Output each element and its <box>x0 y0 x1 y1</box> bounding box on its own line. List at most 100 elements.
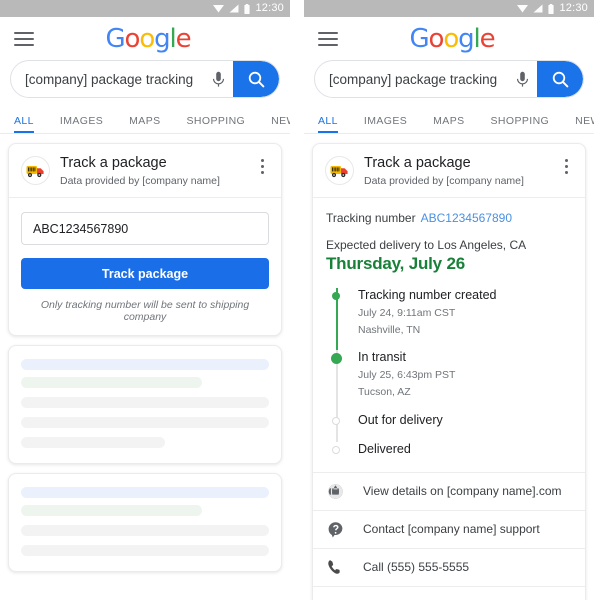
timeline-content: Tracking number created July 24, 9:11am … <box>346 288 572 350</box>
expected-delivery-label: Expected delivery to Los Angeles, CA <box>326 238 572 252</box>
package-details-card: Track a package Data provided by [compan… <box>312 143 586 600</box>
card-title: Track a package <box>364 155 557 172</box>
action-label: Contact [company name] support <box>353 522 540 536</box>
tracking-number-input[interactable]: ABC1234567890 <box>21 212 269 245</box>
tab-images[interactable]: IMAGES <box>364 115 407 133</box>
timeline-dot-done <box>332 292 340 300</box>
search-submit-button[interactable] <box>233 61 279 97</box>
tab-all[interactable]: ALL <box>14 115 34 133</box>
timeline-title: Delivered <box>358 442 572 458</box>
action-call[interactable]: Call (555) 555-5555 <box>313 548 585 586</box>
wifi-icon <box>213 4 224 13</box>
search-bar[interactable]: [company] package tracking <box>314 60 584 98</box>
status-bar: 12:30 <box>304 0 594 17</box>
placeholder-bar-url <box>21 377 202 388</box>
tab-all[interactable]: ALL <box>318 115 338 133</box>
result-placeholder-card <box>8 473 282 572</box>
timeline-rail <box>328 350 346 412</box>
timeline-rail <box>328 442 346 460</box>
timeline-rail <box>328 413 346 443</box>
timeline-content: Delivered <box>346 442 572 460</box>
search-tabs: ALL IMAGES MAPS SHOPPING NEWS <box>304 107 594 134</box>
action-label: Call (555) 555-5555 <box>353 560 469 574</box>
timeline-step: Out for delivery <box>328 413 572 443</box>
phone-screen-left: 12:30 Google [company] package tracking … <box>0 0 290 600</box>
timeline-dot-current <box>331 353 342 364</box>
timeline-content: Out for delivery <box>346 413 572 443</box>
phone-icon <box>327 559 353 575</box>
status-bar-time: 12:30 <box>255 3 284 15</box>
placeholder-bar-line <box>21 397 269 408</box>
wifi-icon <box>517 4 528 13</box>
placeholder-bar-line <box>21 545 269 556</box>
status-bar-time: 12:30 <box>559 3 588 15</box>
placeholder-bar-url <box>21 505 202 516</box>
search-bar-container: [company] package tracking <box>304 60 594 98</box>
overflow-menu-icon[interactable] <box>557 155 575 174</box>
timeline-step: Delivered <box>328 442 572 460</box>
tracking-number-label: Tracking number <box>326 211 416 225</box>
timeline-dot-pending <box>332 417 340 425</box>
placeholder-bar-title <box>21 487 269 498</box>
tab-news[interactable]: NEWS <box>271 115 290 133</box>
tab-shopping[interactable]: SHOPPING <box>187 115 246 133</box>
search-tabs: ALL IMAGES MAPS SHOPPING NEWS <box>0 107 290 134</box>
card-header-text: Track a package Data provided by [compan… <box>50 155 253 187</box>
search-bar[interactable]: [company] package tracking <box>10 60 280 98</box>
card-header: Track a package Data provided by [compan… <box>313 144 585 198</box>
expected-delivery-date: Thursday, July 26 <box>326 254 572 274</box>
search-input[interactable]: [company] package tracking <box>11 72 203 87</box>
google-logo: Google <box>34 24 290 54</box>
app-header: Google <box>304 17 594 60</box>
timeline-time: July 25, 6:43pm PST <box>358 368 572 383</box>
battery-icon <box>244 4 250 14</box>
timeline-place: Tucson, AZ <box>358 385 572 400</box>
timeline-time: July 24, 9:11am CST <box>358 306 572 321</box>
hamburger-menu-icon[interactable] <box>318 28 338 50</box>
help-question-icon <box>327 521 353 538</box>
timeline-dot-pending <box>332 446 340 454</box>
tab-images[interactable]: IMAGES <box>60 115 103 133</box>
search-submit-button[interactable] <box>537 61 583 97</box>
card-header-text: Track a package Data provided by [compan… <box>354 155 557 187</box>
globe-icon <box>327 483 353 500</box>
tab-news[interactable]: NEWS <box>575 115 594 133</box>
package-details-body: Tracking number ABC1234567890 Expected de… <box>313 198 585 471</box>
overflow-menu-icon[interactable] <box>253 155 271 174</box>
action-label: View details on [company name].com <box>353 484 562 498</box>
microphone-icon[interactable] <box>507 71 537 88</box>
hamburger-menu-icon[interactable] <box>14 28 34 50</box>
battery-icon <box>548 4 554 14</box>
app-header: Google <box>0 17 290 60</box>
delivery-truck-icon <box>325 156 354 185</box>
search-input[interactable]: [company] package tracking <box>315 72 507 87</box>
action-contact-support[interactable]: Contact [company name] support <box>313 510 585 548</box>
card-subtitle: Data provided by [company name] <box>60 175 253 187</box>
tab-maps[interactable]: MAPS <box>129 115 160 133</box>
delivery-truck-icon <box>21 156 50 185</box>
action-view-details[interactable]: View details on [company name].com <box>313 472 585 510</box>
signal-icon <box>229 4 239 13</box>
tracking-number-value[interactable]: ABC1234567890 <box>421 211 512 225</box>
timeline-rail <box>328 288 346 350</box>
microphone-icon[interactable] <box>203 71 233 88</box>
result-placeholder-card <box>8 345 282 464</box>
action-track-another[interactable]: Track another package <box>313 586 585 600</box>
tracking-timeline: Tracking number created July 24, 9:11am … <box>326 288 572 459</box>
track-form: ABC1234567890 Track package Only trackin… <box>9 198 281 335</box>
signal-icon <box>533 4 543 13</box>
placeholder-bar-line <box>21 437 165 448</box>
timeline-step: In transit July 25, 6:43pm PST Tucson, A… <box>328 350 572 412</box>
search-bar-container: [company] package tracking <box>0 60 290 98</box>
timeline-title: Tracking number created <box>358 288 572 304</box>
tab-shopping[interactable]: SHOPPING <box>491 115 550 133</box>
tab-maps[interactable]: MAPS <box>433 115 464 133</box>
track-package-button[interactable]: Track package <box>21 258 269 289</box>
privacy-disclaimer: Only tracking number will be sent to shi… <box>21 299 269 323</box>
timeline-title: In transit <box>358 350 572 366</box>
phone-screen-right: 12:30 Google [company] package tracking … <box>304 0 594 600</box>
placeholder-bar-line <box>21 417 269 428</box>
timeline-title: Out for delivery <box>358 413 572 429</box>
card-subtitle: Data provided by [company name] <box>364 175 557 187</box>
google-logo: Google <box>338 24 594 54</box>
